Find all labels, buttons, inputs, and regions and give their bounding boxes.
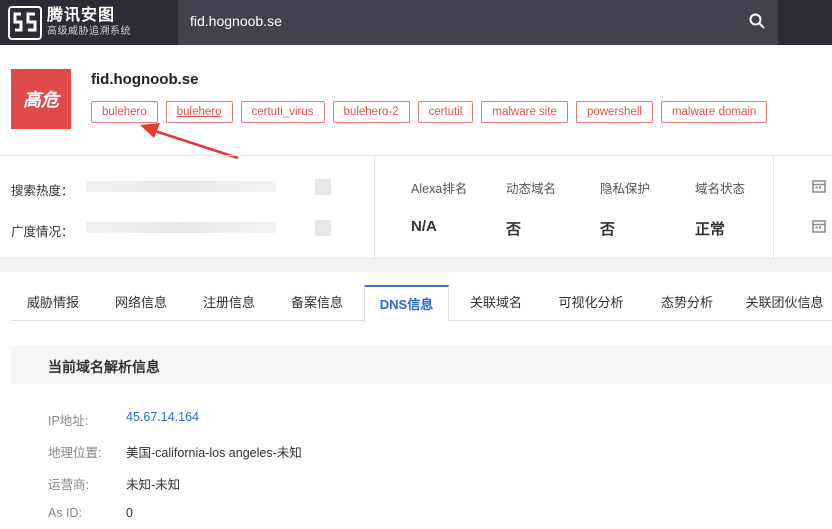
isp-label: 运营商: — [48, 478, 89, 492]
logo-icon — [8, 6, 42, 40]
tab-registration-info[interactable]: 注册信息 — [187, 285, 271, 321]
breadth-label: 广度情况： — [11, 225, 74, 239]
domain-status-label: 域名状态 — [695, 182, 746, 196]
tag-item[interactable]: malware domain — [660, 101, 768, 123]
search-input[interactable]: fid.hognoob.se — [190, 13, 282, 29]
tag-item[interactable]: malware site — [481, 101, 568, 123]
tag-item[interactable]: certutil — [417, 101, 474, 123]
section-header: 当前域名解析信息 — [11, 346, 832, 384]
ip-address-label: IP地址: — [48, 414, 89, 428]
alexa-rank-value: N/A — [411, 218, 437, 235]
search-heat-bar — [86, 181, 276, 192]
search-bar[interactable]: fid.hognoob.se — [178, 0, 778, 45]
dynamic-domain-value: 否 — [506, 221, 522, 238]
as-id-label: As ID: — [48, 506, 83, 520]
breadth-bar — [86, 222, 276, 233]
alexa-rank-label: Alexa排名 — [411, 182, 468, 196]
tag-item[interactable]: bulehero — [91, 101, 158, 123]
tag-list: bulehero bulehero certuti_virus bulehero… — [91, 101, 768, 123]
tab-related-groups[interactable]: 关联团伙信息 — [737, 285, 832, 321]
tab-situation-analysis[interactable]: 态势分析 — [645, 285, 729, 321]
location-label: 地理位置: — [48, 446, 102, 460]
tag-item[interactable]: bulehero — [165, 101, 233, 123]
dynamic-domain-label: 动态域名 — [506, 182, 557, 196]
tab-related-domains[interactable]: 关联域名 — [454, 285, 538, 321]
section-separator — [0, 258, 832, 272]
tab-network-info[interactable]: 网络信息 — [99, 285, 183, 321]
tab-threat-intel[interactable]: 威胁情报 — [11, 285, 95, 321]
tab-bar: 威胁情报 网络信息 注册信息 备案信息 DNS信息 关联域名 可视化分析 态势分… — [11, 285, 832, 322]
search-icon[interactable] — [748, 12, 766, 30]
location-value: 美国-california-los angeles-未知 — [126, 446, 302, 460]
divider — [773, 156, 774, 258]
tab-dns-info[interactable]: DNS信息 — [364, 285, 449, 322]
calendar-icon — [812, 180, 826, 193]
as-id-value: 0 — [126, 506, 133, 520]
tab-filing-info[interactable]: 备案信息 — [275, 285, 359, 321]
divider — [374, 156, 375, 258]
privacy-protection-label: 隐私保护 — [600, 182, 651, 196]
brand[interactable]: 腾讯安图 高级威胁追溯系统 — [47, 6, 131, 38]
brand-name: 腾讯安图 — [47, 7, 116, 24]
calendar-icon — [812, 220, 826, 233]
tab-visual-analysis[interactable]: 可视化分析 — [543, 285, 639, 321]
isp-value: 未知-未知 — [126, 478, 181, 492]
popularity-panel: 搜索热度： 广度情况： — [0, 156, 374, 258]
tag-item[interactable]: bulehero-2 — [332, 101, 410, 123]
ip-address-link[interactable]: 45.67.14.164 — [126, 410, 199, 424]
tag-item[interactable]: certuti_virus — [240, 101, 325, 123]
brand-subtitle: 高级威胁追溯系统 — [47, 26, 131, 37]
section-title: 当前域名解析信息 — [48, 359, 160, 375]
risk-level-badge: 高危 — [11, 69, 71, 129]
domain-status-value: 正常 — [695, 221, 726, 238]
privacy-protection-value: 否 — [600, 221, 616, 238]
breadth-value — [315, 220, 331, 236]
domain-title: fid.hognoob.se — [91, 71, 199, 88]
tag-item[interactable]: powershell — [575, 101, 653, 123]
top-bar: 腾讯安图 高级威胁追溯系统 fid.hognoob.se — [0, 0, 832, 45]
search-heat-label: 搜索热度： — [11, 184, 74, 198]
search-heat-value — [315, 179, 331, 195]
